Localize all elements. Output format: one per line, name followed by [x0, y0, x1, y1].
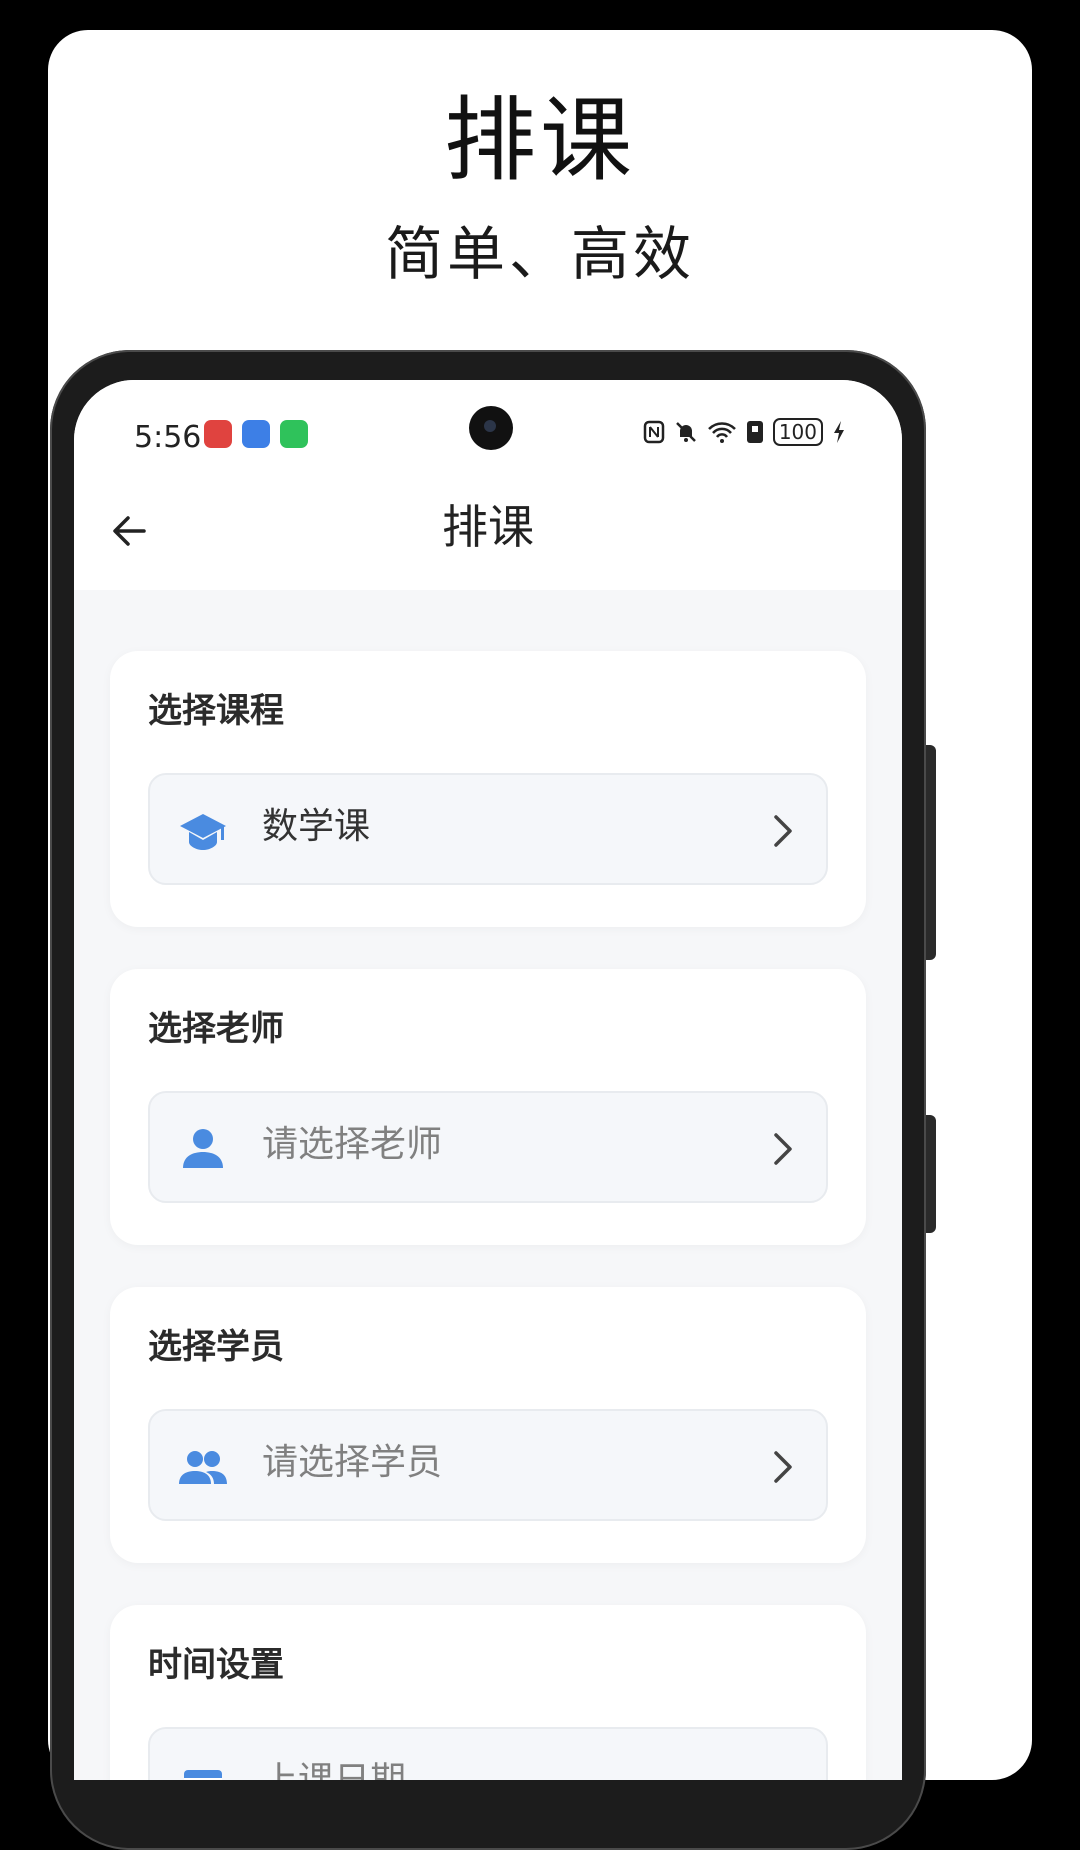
people-icon	[179, 1451, 227, 1484]
page-title: 排课	[442, 500, 534, 554]
nfc-icon	[643, 420, 665, 444]
status-bar: 5:56 100	[74, 380, 902, 470]
red-app-icon	[204, 420, 232, 448]
time-section: 时间设置 上课日期	[110, 1605, 866, 1780]
student-selector[interactable]: 请选择学员	[148, 1409, 828, 1521]
promo-title: 排课	[443, 87, 636, 194]
mute-icon	[675, 422, 696, 442]
date-placeholder: 上课日期	[262, 1759, 406, 1780]
teacher-section: 选择老师 请选择老师	[110, 969, 866, 1245]
chevron-right-icon	[774, 815, 792, 847]
course-value: 数学课	[262, 806, 371, 847]
course-section: 选择课程 数学课	[110, 651, 866, 927]
section-title-student: 选择学员	[148, 1327, 284, 1367]
student-section: 选择学员 请选择学员	[110, 1287, 866, 1563]
wifi-icon	[707, 422, 736, 443]
phone-volume-button	[926, 745, 936, 960]
phone-screen: 5:56 100 排课 选择课程 数学课 选择老师 请选择老师 选择学员 请选择…	[74, 380, 902, 1780]
teacher-placeholder: 请选择老师	[262, 1124, 443, 1165]
front-camera	[469, 406, 513, 450]
person-icon	[183, 1129, 223, 1168]
graduation-cap-icon	[180, 814, 226, 850]
date-selector[interactable]: 上课日期	[148, 1727, 828, 1780]
section-title-course: 选择课程	[148, 691, 284, 731]
sim-icon	[746, 421, 763, 443]
section-title-teacher: 选择老师	[148, 1009, 284, 1049]
status-icons: 100	[643, 418, 846, 446]
teacher-selector[interactable]: 请选择老师	[148, 1091, 828, 1203]
app-bar: 排课	[74, 470, 902, 590]
student-placeholder: 请选择学员	[262, 1442, 443, 1483]
course-selector[interactable]: 数学课	[148, 773, 828, 885]
calendar-icon	[184, 1770, 222, 1780]
charging-icon	[834, 421, 844, 443]
section-title-time: 时间设置	[148, 1645, 284, 1685]
promo-subtitle: 简单、高效	[384, 220, 695, 288]
wechat-icon	[280, 420, 308, 448]
chevron-right-icon	[774, 1451, 792, 1483]
battery-icon: 100	[772, 418, 823, 446]
blue-app-icon	[242, 420, 270, 448]
status-time: 5:56	[134, 420, 202, 455]
phone-power-button	[926, 1115, 936, 1233]
chevron-right-icon	[774, 1133, 792, 1165]
